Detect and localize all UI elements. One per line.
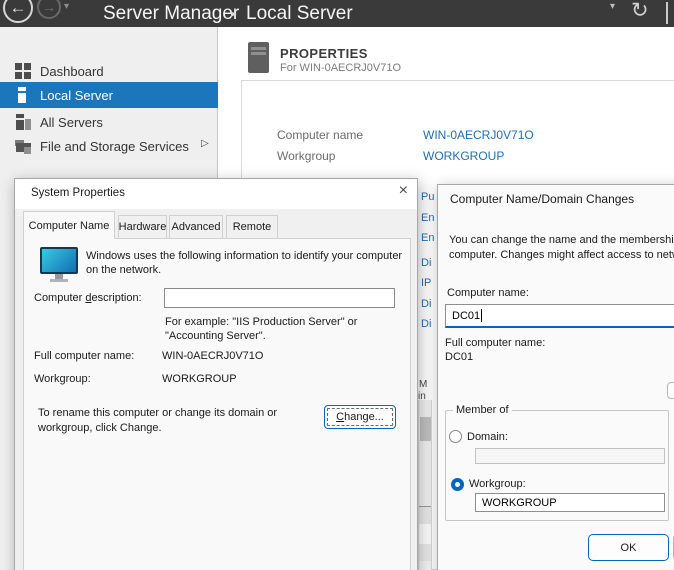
intro-text: You can change the name and the membersh… [449, 234, 674, 246]
close-icon[interactable]: × [399, 182, 408, 200]
member-of-label: Member of [453, 404, 512, 416]
manage-dropdown-caret-icon[interactable]: ▾ [610, 1, 615, 12]
example-text: "Accounting Server". [165, 330, 266, 342]
clipped-value-fragment: Pu [421, 191, 434, 203]
full-computer-name-value: DC01 [445, 351, 473, 363]
domain-changes-dialog: Computer Name/Domain Changes You can cha… [437, 184, 674, 570]
workgroup-input-value: WORKGROUP [482, 497, 557, 509]
property-value-link[interactable]: WIN-0AECRJ0V71O [423, 128, 534, 142]
refresh-icon[interactable]: ↻ [631, 0, 649, 23]
server-icon [248, 42, 269, 73]
workgroup-radio[interactable] [451, 478, 464, 491]
forward-icon[interactable]: → [37, 0, 61, 19]
scrollbar-thumb[interactable] [420, 417, 431, 441]
nav-dropdown-caret-icon[interactable]: ▾ [64, 1, 69, 12]
clipped-value-fragment: Di [421, 318, 431, 330]
computer-description-input[interactable] [164, 288, 395, 308]
dialog-title-bar: System Properties × [15, 179, 417, 209]
intro-text: Windows uses the following information t… [86, 250, 402, 262]
sidebar-item-local-server[interactable]: Local Server [0, 82, 218, 108]
full-computer-name-value: WIN-0AECRJ0V71O [162, 350, 263, 362]
server-manager-window: ← → ▾ Server Manager ▸ Local Server ▾ ↻ … [0, 0, 674, 570]
clipped-value-fragment: IP [421, 277, 431, 289]
tab-label: Remote [233, 221, 272, 233]
computer-name-tab-page: Windows uses the following information t… [23, 238, 411, 570]
breadcrumb-current: Local Server [246, 0, 353, 27]
intro-text: on the network. [86, 264, 161, 276]
tab-advanced[interactable]: Advanced [169, 215, 223, 239]
sidebar-item-file-storage[interactable]: File and Storage Services ▷ [0, 135, 218, 157]
monitor-icon [40, 247, 80, 283]
expand-arrow-icon[interactable]: ▷ [201, 138, 209, 149]
clipped-value-fragment: Di [421, 257, 431, 269]
tab-hardware[interactable]: Hardware [118, 215, 167, 239]
sidebar-item-label: File and Storage Services [40, 139, 189, 154]
background-scrollbar [418, 400, 432, 570]
computer-name-label: Computer name: [447, 287, 529, 299]
notification-flag-icon[interactable] [666, 2, 668, 24]
ok-button[interactable]: OK [588, 534, 669, 561]
more-button-partial[interactable] [667, 382, 674, 399]
property-label: Workgroup [277, 149, 335, 163]
text-cursor [481, 309, 482, 322]
breadcrumb-separator-icon: ▸ [231, 0, 237, 27]
clipped-value-fragment: Di [421, 298, 431, 310]
sidebar-item-label: Dashboard [40, 64, 104, 79]
domain-input[interactable] [475, 448, 665, 464]
tab-label: Advanced [172, 221, 221, 233]
workgroup-radio-label: Workgroup: [469, 478, 526, 490]
clipped-value-fragment: En [421, 232, 434, 244]
intro-text: computer. Changes might affect access to… [449, 249, 674, 261]
system-properties-dialog: System Properties × Computer Name Hardwa… [14, 178, 418, 570]
workgroup-value: WORKGROUP [162, 373, 237, 385]
dialog-title: Computer Name/Domain Changes [450, 192, 634, 206]
properties-title: PROPERTIES [280, 46, 368, 61]
breadcrumb-root[interactable]: Server Manager [103, 0, 239, 27]
rename-hint-text: To rename this computer or change its do… [38, 407, 277, 419]
property-value-link[interactable]: WORKGROUP [423, 149, 504, 163]
full-computer-name-label: Full computer name: [34, 350, 134, 362]
tab-remote[interactable]: Remote [226, 215, 278, 239]
title-bar: ← → ▾ Server Manager ▸ Local Server ▾ ↻ [0, 0, 674, 27]
dashboard-icon [15, 63, 32, 79]
tab-label: Computer Name [29, 220, 110, 232]
property-label: Computer name [277, 128, 363, 142]
clipped-value-fragment: En [421, 212, 434, 224]
tab-label: Hardware [119, 221, 167, 233]
domain-radio[interactable] [449, 430, 462, 443]
clipped-text-fragment: M [419, 379, 427, 390]
sidebar-item-label: Local Server [40, 88, 113, 103]
rename-hint-text: workgroup, click Change. [38, 422, 162, 434]
local-server-icon [15, 87, 32, 103]
back-icon[interactable]: ← [3, 0, 33, 23]
sidebar-item-all-servers[interactable]: All Servers [0, 111, 218, 133]
sidebar-item-dashboard[interactable]: Dashboard [0, 60, 218, 82]
workgroup-label: Workgroup: [34, 373, 91, 385]
tab-computer-name[interactable]: Computer Name [23, 211, 115, 239]
domain-radio-label: Domain: [467, 431, 508, 443]
computer-description-label: Computer description: [34, 292, 142, 304]
computer-name-input[interactable]: DC01 [445, 304, 674, 328]
workgroup-input[interactable]: WORKGROUP [475, 493, 665, 512]
all-servers-icon [15, 114, 32, 130]
computer-name-input-value: DC01 [452, 310, 480, 322]
properties-subtitle: For WIN-0AECRJ0V71O [280, 62, 401, 74]
file-storage-icon [15, 138, 32, 154]
change-button[interactable]: Change... [324, 405, 396, 429]
example-text: For example: "IIS Production Server" or [165, 316, 357, 328]
full-computer-name-label: Full computer name: [445, 337, 545, 349]
dialog-title: System Properties [31, 187, 125, 199]
ok-button-label: OK [621, 542, 637, 554]
sidebar-item-label: All Servers [40, 115, 103, 130]
